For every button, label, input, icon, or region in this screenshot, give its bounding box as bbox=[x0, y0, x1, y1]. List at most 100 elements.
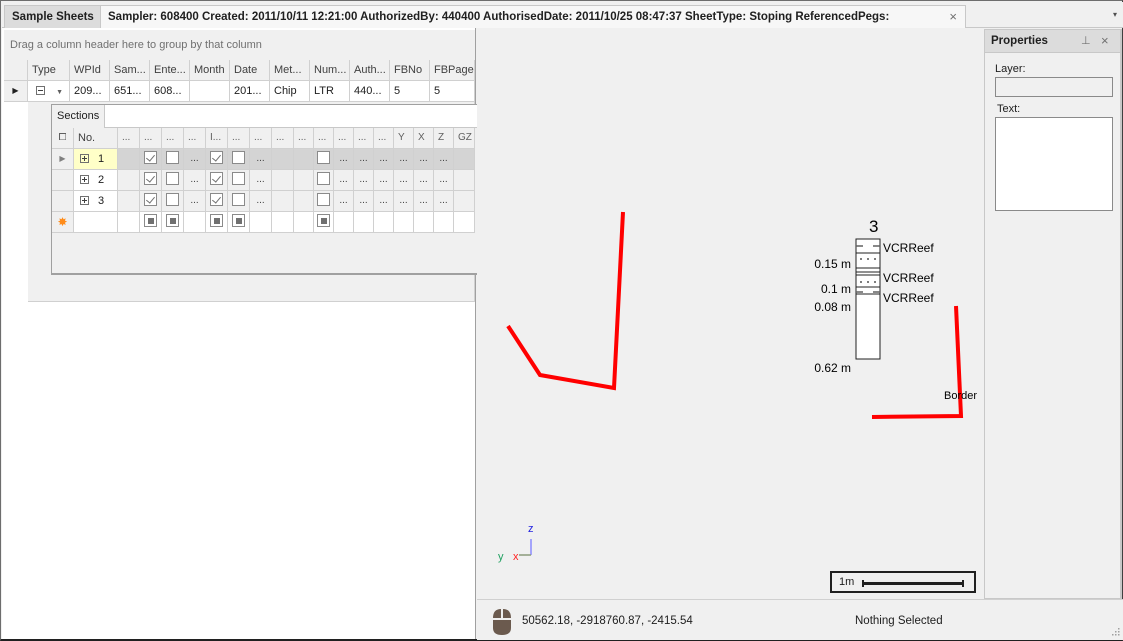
data-cell[interactable] bbox=[118, 191, 140, 212]
entered-cell[interactable]: 608... bbox=[150, 81, 190, 102]
checkbox-cell[interactable] bbox=[314, 170, 334, 191]
data-cell[interactable]: ... bbox=[334, 149, 354, 170]
column-header-no[interactable]: No. bbox=[74, 128, 118, 149]
checkbox-cell[interactable] bbox=[314, 149, 334, 170]
new-cell[interactable] bbox=[414, 212, 434, 233]
no-cell[interactable]: 2 bbox=[74, 170, 118, 191]
column-header-sampler[interactable]: Sam... bbox=[110, 60, 150, 81]
expand-icon[interactable] bbox=[80, 195, 89, 205]
checkbox[interactable] bbox=[232, 150, 245, 164]
column-header-fbpage[interactable]: FBPage bbox=[430, 60, 475, 81]
data-cell[interactable] bbox=[272, 170, 294, 191]
peg-line-left[interactable] bbox=[506, 211, 625, 391]
column-header[interactable]: ... bbox=[334, 128, 354, 149]
column-header-authorized[interactable]: Auth... bbox=[350, 60, 390, 81]
checkbox-cell[interactable] bbox=[228, 170, 250, 191]
drawing-viewport[interactable]: 3 VCRReef VCRReef VCRReef 0.15 m 0.1 m 0… bbox=[477, 28, 984, 598]
data-cell[interactable]: ... bbox=[334, 170, 354, 191]
data-cell[interactable]: ... bbox=[394, 191, 414, 212]
data-cell[interactable]: ... bbox=[334, 191, 354, 212]
checkbox-cell[interactable] bbox=[140, 170, 162, 191]
authorized-cell[interactable]: 440... bbox=[350, 81, 390, 102]
checkbox[interactable] bbox=[317, 150, 330, 164]
tab-sections[interactable]: Sections bbox=[52, 105, 106, 128]
checkbox[interactable] bbox=[317, 171, 330, 185]
sampler-cell[interactable]: 651... bbox=[110, 81, 150, 102]
new-cell[interactable] bbox=[394, 212, 414, 233]
data-cell[interactable]: ... bbox=[434, 170, 454, 191]
fbpage-cell[interactable]: 5 bbox=[430, 81, 475, 102]
number-cell[interactable]: LTR bbox=[310, 81, 350, 102]
dropdown-icon[interactable]: ▼ bbox=[56, 89, 63, 96]
new-cell[interactable] bbox=[294, 212, 314, 233]
text-field[interactable] bbox=[995, 117, 1113, 211]
checkbox[interactable] bbox=[210, 150, 223, 164]
checkbox[interactable] bbox=[317, 192, 330, 206]
data-cell[interactable]: ... bbox=[434, 191, 454, 212]
new-cell[interactable] bbox=[334, 212, 354, 233]
table-row[interactable]: ▶ ▼ 209... 651... 608... 201... Chip LTR… bbox=[4, 81, 475, 102]
data-cell[interactable] bbox=[294, 191, 314, 212]
checkbox-cell[interactable] bbox=[228, 191, 250, 212]
table-row[interactable]: ▶ 1........................ bbox=[52, 149, 475, 170]
column-header[interactable]: ... bbox=[162, 128, 184, 149]
checkbox[interactable] bbox=[210, 192, 223, 206]
method-cell[interactable]: Chip bbox=[270, 81, 310, 102]
new-cell[interactable] bbox=[434, 212, 454, 233]
data-cell[interactable]: ... bbox=[354, 149, 374, 170]
column-header-fbno[interactable]: FBNo bbox=[390, 60, 430, 81]
expand-icon[interactable] bbox=[80, 153, 89, 163]
checkbox-cell[interactable] bbox=[162, 149, 184, 170]
checkbox-indeterminate[interactable] bbox=[210, 213, 223, 227]
checkbox-cell[interactable] bbox=[228, 149, 250, 170]
new-cell[interactable] bbox=[272, 212, 294, 233]
new-no-cell[interactable] bbox=[74, 212, 118, 233]
new-cell[interactable] bbox=[250, 212, 272, 233]
column-header-y[interactable]: Y bbox=[394, 128, 414, 149]
close-icon[interactable]: × bbox=[949, 6, 957, 28]
new-checkbox-cell[interactable] bbox=[228, 212, 250, 233]
checkbox[interactable] bbox=[144, 192, 157, 206]
data-cell[interactable]: ... bbox=[374, 170, 394, 191]
column-header[interactable]: ... bbox=[314, 128, 334, 149]
column-header[interactable]: ... bbox=[354, 128, 374, 149]
checkbox-cell[interactable] bbox=[206, 149, 228, 170]
tab-sample-sheet-detail[interactable]: Sampler: 608400 Created: 2011/10/11 12:2… bbox=[100, 5, 966, 28]
data-cell[interactable] bbox=[294, 170, 314, 191]
data-cell[interactable]: ... bbox=[250, 149, 272, 170]
close-icon[interactable]: × bbox=[1101, 33, 1109, 48]
column-header-gz[interactable]: GZ bbox=[454, 128, 475, 149]
column-header[interactable]: ... bbox=[374, 128, 394, 149]
resize-grip-icon[interactable] bbox=[1110, 628, 1120, 638]
column-header[interactable]: I... bbox=[206, 128, 228, 149]
checkbox[interactable] bbox=[144, 150, 157, 164]
column-header[interactable]: ... bbox=[184, 128, 206, 149]
table-row[interactable]: 2........................ bbox=[52, 170, 475, 191]
checkbox-cell[interactable] bbox=[206, 191, 228, 212]
tab-sample-sheets[interactable]: Sample Sheets bbox=[4, 5, 102, 28]
type-cell[interactable]: ▼ bbox=[28, 81, 70, 102]
data-cell[interactable]: ... bbox=[374, 149, 394, 170]
no-cell[interactable]: 3 bbox=[74, 191, 118, 212]
checkbox[interactable] bbox=[144, 171, 157, 185]
group-by-panel[interactable]: Drag a column header here to group by th… bbox=[4, 30, 475, 61]
pin-icon[interactable]: ⊥ bbox=[1081, 34, 1091, 47]
new-checkbox-cell[interactable] bbox=[140, 212, 162, 233]
checkbox[interactable] bbox=[166, 171, 179, 185]
column-header-x[interactable]: X bbox=[414, 128, 434, 149]
checkbox-indeterminate[interactable] bbox=[232, 213, 245, 227]
checkbox-cell[interactable] bbox=[162, 170, 184, 191]
new-checkbox-cell[interactable] bbox=[314, 212, 334, 233]
new-cell[interactable] bbox=[454, 212, 475, 233]
data-cell[interactable]: ... bbox=[184, 191, 206, 212]
column-header-z[interactable]: Z bbox=[434, 128, 454, 149]
new-item-row[interactable]: ✸ bbox=[52, 212, 475, 233]
column-header[interactable]: ... bbox=[140, 128, 162, 149]
new-cell[interactable] bbox=[118, 212, 140, 233]
tab-list-dropdown-icon[interactable]: ▾ bbox=[1113, 10, 1117, 19]
table-row[interactable]: 3........................ bbox=[52, 191, 475, 212]
no-cell[interactable]: 1 bbox=[74, 149, 118, 170]
column-header-number[interactable]: Num... bbox=[310, 60, 350, 81]
checkbox-cell[interactable] bbox=[140, 191, 162, 212]
checkbox[interactable] bbox=[166, 150, 179, 164]
